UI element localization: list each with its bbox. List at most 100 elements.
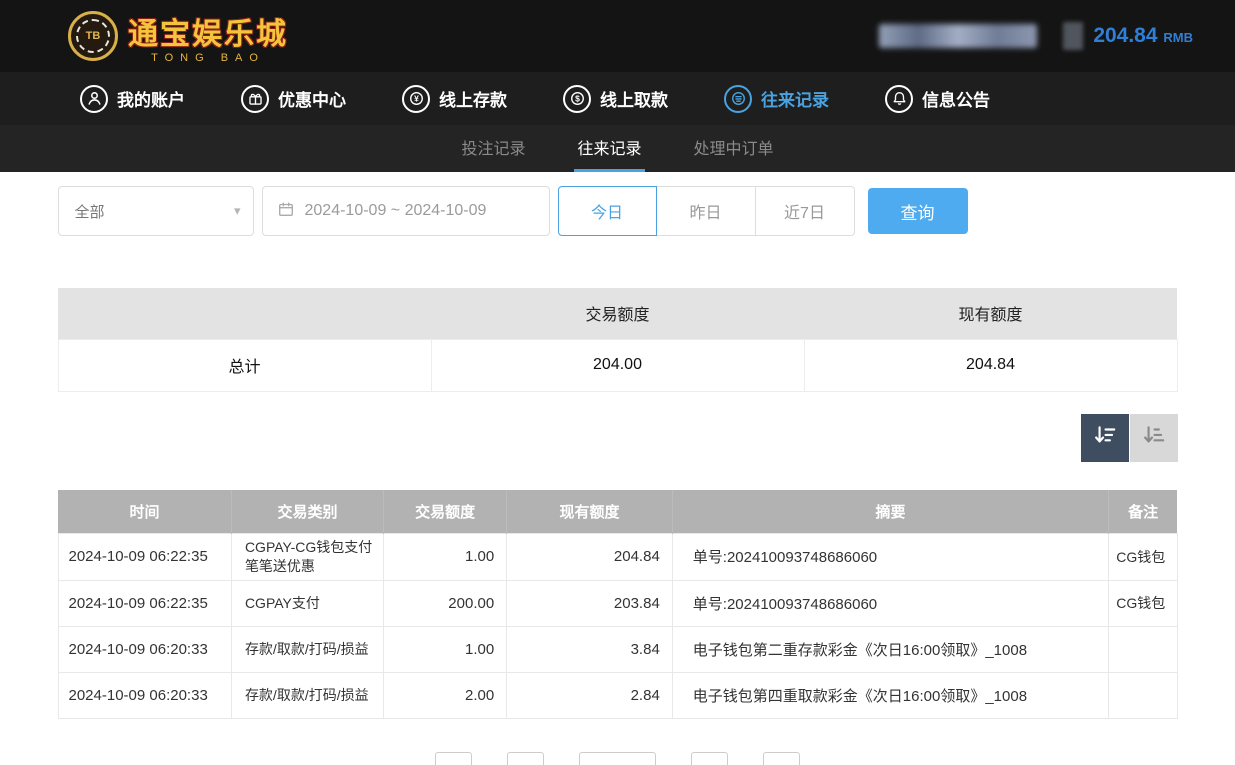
amount-cell: 1.00	[384, 626, 507, 672]
time-cell: 2024-10-09 06:20:33	[58, 626, 231, 672]
summary-cell: 电子钱包第二重存款彩金《次日16:00领取》_1008	[672, 626, 1108, 672]
balance-cell: 203.84	[507, 580, 673, 626]
sort-descending-button[interactable]	[1081, 414, 1129, 462]
summary-total-transaction: 204.00	[431, 339, 804, 391]
chevron-down-icon: ▾	[234, 203, 241, 219]
amount-cell: 2.00	[384, 672, 507, 718]
nav-item-deposit[interactable]: ¥ 线上存款	[402, 85, 507, 113]
gift-icon	[241, 85, 269, 113]
header-time: 时间	[58, 490, 231, 534]
table-row: 2024-10-09 06:22:35 CGPAY-CG钱包支付笔笔送优惠 1.…	[58, 534, 1177, 581]
tab-transaction-records[interactable]: 往来记录	[574, 125, 644, 172]
nav-item-records[interactable]: 往来记录	[724, 85, 829, 113]
search-button[interactable]: 查询	[868, 188, 968, 234]
main-nav: 我的账户 优惠中心 ¥ 线上存款 $ 线上取款 往来记录 信息公告	[0, 72, 1235, 125]
currency-label: RMB	[1163, 30, 1193, 45]
summary-cell: 单号:202410093748686060	[672, 534, 1108, 581]
filter-row: 全部 ▾ 2024-10-09 ~ 2024-10-09 今日 昨日 近7日 查…	[58, 186, 1178, 236]
balance-cell: 204.84	[507, 534, 673, 581]
summary-total-label: 总计	[58, 339, 431, 391]
amount-cell: 200.00	[384, 580, 507, 626]
balance-icon	[1063, 22, 1083, 50]
nav-label: 线上取款	[600, 86, 668, 111]
type-select-value: 全部	[75, 201, 105, 222]
header-summary: 摘要	[672, 490, 1108, 534]
pagination	[58, 752, 1178, 765]
note-cell: CG钱包	[1109, 580, 1177, 626]
quick-date-group: 今日 昨日 近7日	[558, 186, 855, 236]
nav-label: 信息公告	[922, 86, 990, 111]
pagination-button[interactable]	[691, 752, 728, 765]
pagination-button[interactable]	[507, 752, 544, 765]
tab-bet-records[interactable]: 投注记录	[458, 125, 528, 172]
date-range-value: 2024-10-09 ~ 2024-10-09	[305, 202, 487, 220]
summary-table: 交易额度 现有额度 总计 204.00 204.84	[58, 288, 1178, 392]
table-row: 2024-10-09 06:22:35 CGPAY支付 200.00 203.8…	[58, 580, 1177, 626]
balance-group: 204.84 RMB	[1063, 22, 1193, 50]
summary-header-row: 交易额度 现有额度	[58, 288, 1177, 339]
nav-item-withdraw[interactable]: $ 线上取款	[563, 85, 668, 113]
header-type: 交易类别	[231, 490, 383, 534]
note-cell	[1109, 672, 1177, 718]
deposit-coin-icon: ¥	[402, 85, 430, 113]
logo-title: 通宝娱乐城	[128, 9, 288, 53]
header-balance: 现有额度	[507, 490, 673, 534]
today-button[interactable]: 今日	[558, 186, 657, 236]
sort-controls	[58, 414, 1178, 462]
time-cell: 2024-10-09 06:22:35	[58, 534, 231, 581]
summary-cell: 单号:202410093748686060	[672, 580, 1108, 626]
sort-ascending-icon	[1141, 423, 1167, 452]
amount-cell: 1.00	[384, 534, 507, 581]
bell-icon	[885, 85, 913, 113]
time-cell: 2024-10-09 06:20:33	[58, 672, 231, 718]
censored-username	[879, 24, 1037, 48]
chip-initials: TB	[76, 19, 110, 53]
summary-header-transaction: 交易额度	[431, 288, 804, 339]
topbar-right: 204.84 RMB	[879, 22, 1193, 50]
type-cell: 存款/取款/打码/损益	[231, 672, 383, 718]
type-cell: CGPAY-CG钱包支付笔笔送优惠	[231, 534, 383, 581]
yesterday-button[interactable]: 昨日	[657, 186, 756, 236]
table-row: 2024-10-09 06:20:33 存款/取款/打码/损益 1.00 3.8…	[58, 626, 1177, 672]
sort-ascending-button[interactable]	[1130, 414, 1178, 462]
balance-value: 204.84	[1093, 24, 1157, 47]
sort-descending-icon	[1092, 423, 1118, 452]
summary-header-current: 现有额度	[804, 288, 1177, 339]
logo[interactable]: TB 通宝娱乐城 TONG BAO	[68, 9, 288, 64]
type-select[interactable]: 全部 ▾	[58, 186, 254, 236]
transactions-table: 时间 交易类别 交易额度 现有额度 摘要 备注 2024-10-09 06:22…	[58, 490, 1178, 719]
summary-cell: 电子钱包第四重取款彩金《次日16:00领取》_1008	[672, 672, 1108, 718]
type-cell: CGPAY支付	[231, 580, 383, 626]
table-header-row: 时间 交易类别 交易额度 现有额度 摘要 备注	[58, 490, 1177, 534]
withdraw-coin-icon: $	[563, 85, 591, 113]
last7days-button[interactable]: 近7日	[756, 186, 855, 236]
record-tabs: 投注记录 往来记录 处理中订单	[0, 125, 1235, 172]
user-icon	[80, 85, 108, 113]
logo-subtitle: TONG BAO	[128, 52, 288, 64]
nav-label: 往来记录	[761, 86, 829, 111]
note-cell: CG钱包	[1109, 534, 1177, 581]
tab-pending-orders[interactable]: 处理中订单	[691, 125, 777, 172]
nav-item-my-account[interactable]: 我的账户	[80, 85, 185, 113]
pagination-page-select[interactable]	[579, 752, 656, 765]
header-amount: 交易额度	[384, 490, 507, 534]
records-icon	[724, 85, 752, 113]
summary-total-current: 204.84	[804, 339, 1177, 391]
logo-text: 通宝娱乐城 TONG BAO	[128, 9, 288, 64]
nav-label: 线上存款	[439, 86, 507, 111]
pagination-button[interactable]	[435, 752, 472, 765]
summary-total-row: 总计 204.00 204.84	[58, 339, 1177, 391]
nav-item-announcements[interactable]: 信息公告	[885, 85, 990, 113]
summary-header-empty	[58, 288, 431, 339]
type-cell: 存款/取款/打码/损益	[231, 626, 383, 672]
note-cell	[1109, 626, 1177, 672]
calendar-icon	[277, 200, 295, 223]
svg-text:$: $	[575, 94, 580, 104]
pagination-button[interactable]	[763, 752, 800, 765]
time-cell: 2024-10-09 06:22:35	[58, 580, 231, 626]
svg-text:¥: ¥	[414, 94, 419, 104]
topbar: TB 通宝娱乐城 TONG BAO 204.84 RMB	[0, 0, 1235, 72]
nav-item-promotions[interactable]: 优惠中心	[241, 85, 346, 113]
main-content: 全部 ▾ 2024-10-09 ~ 2024-10-09 今日 昨日 近7日 查…	[58, 186, 1178, 765]
date-range-picker[interactable]: 2024-10-09 ~ 2024-10-09	[262, 186, 550, 236]
